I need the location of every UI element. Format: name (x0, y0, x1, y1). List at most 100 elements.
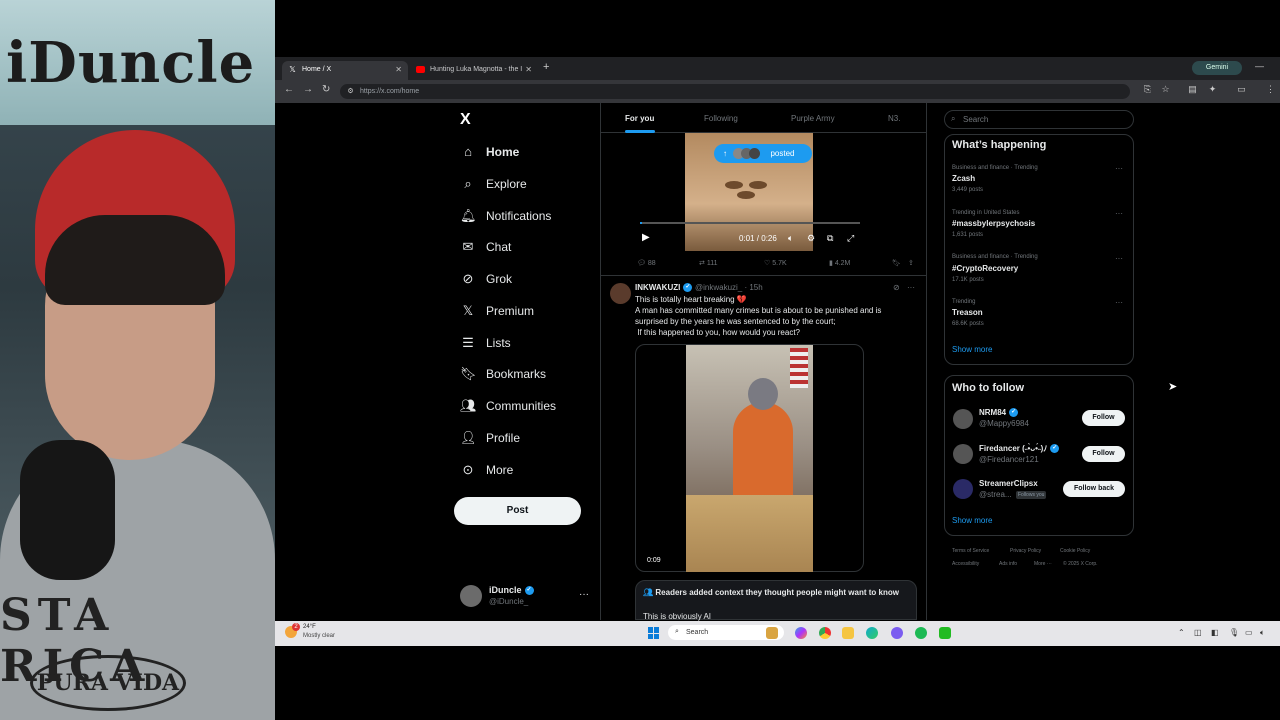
edge-icon[interactable] (866, 627, 878, 639)
address-bar[interactable]: https://x.com/home (340, 84, 1130, 99)
trend-name[interactable]: #CryptoRecovery (952, 264, 1018, 273)
sidebar-item-notifications[interactable]: 🔔︎ Notifications (460, 203, 551, 229)
forward-icon[interactable]: → (303, 84, 313, 95)
reply-button[interactable]: 💬︎ 88 (637, 259, 656, 267)
browser-tab-youtube[interactable]: Hunting Luka Magnotta - the I ✕ (410, 61, 538, 80)
suggestion-name[interactable]: StreamerClipsx (979, 479, 1038, 488)
bookmark-icon[interactable]: 🔖︎ (892, 259, 901, 267)
tweet-author-name[interactable]: INKWAKUZI ✓ (635, 283, 693, 293)
browser-tab-home[interactable]: 𝕏 Home / X ✕ (282, 61, 408, 80)
minimize-icon[interactable]: — (1255, 61, 1264, 71)
more-icon[interactable]: ··· (1115, 254, 1123, 263)
sidebar-item-home[interactable]: ⌂ Home (460, 139, 519, 165)
more-icon[interactable]: ··· (1115, 298, 1123, 307)
follow-button[interactable]: Follow (1082, 446, 1125, 462)
network-icon[interactable]: ▭ (1245, 628, 1253, 637)
list-icon: ☰ (462, 335, 474, 350)
community-note-title: 👥︎ Readers added context they thought pe… (643, 588, 899, 597)
sidebar-item-more[interactable]: ⊙ More (460, 457, 514, 483)
tab-following[interactable]: Following (704, 114, 738, 123)
new-tab-button[interactable]: + (543, 61, 549, 73)
fullscreen-icon[interactable]: ⤢ (847, 233, 854, 244)
x-logo[interactable]: X (460, 111, 471, 129)
file-explorer-icon[interactable] (842, 627, 854, 639)
widget-icon[interactable] (766, 627, 778, 639)
pip-icon[interactable]: ⧉ (827, 233, 833, 244)
avatar[interactable] (953, 409, 973, 429)
tab-for-you[interactable]: For you (625, 114, 654, 123)
site-info-icon[interactable]: ⚙ (346, 87, 355, 96)
more-icon[interactable]: ··· (1115, 164, 1123, 173)
sidebar-item-chat[interactable]: ✉ Chat (460, 234, 512, 260)
share-icon[interactable]: ⇪ (908, 259, 914, 267)
sidebar-icon[interactable]: ▭ (1237, 85, 1246, 94)
account-name[interactable]: iDuncle ✓ (489, 585, 534, 596)
like-button[interactable]: ♡ 5.7K (764, 259, 787, 267)
footer-link-ads[interactable]: Ads info (999, 561, 1017, 567)
post-button[interactable]: Post (454, 497, 581, 525)
sidebar-item-grok[interactable]: ⊘ Grok (460, 266, 512, 292)
play-icon[interactable]: ▶ (642, 232, 650, 243)
show-more-link[interactable]: Show more (952, 516, 992, 525)
follow-back-button[interactable]: Follow back (1063, 481, 1125, 497)
repost-button[interactable]: ⇄ 111 (699, 259, 717, 267)
sidebar-item-bookmarks[interactable]: 🔖︎ Bookmarks (460, 361, 546, 387)
install-icon[interactable]: ⎘ (1143, 85, 1152, 94)
back-icon[interactable]: ← (284, 84, 294, 95)
trend-name[interactable]: Treason (952, 308, 983, 317)
menu-icon[interactable]: ⋮ (1266, 85, 1275, 94)
app-icon[interactable] (939, 627, 951, 639)
views-button[interactable]: ▮ 4.2M (829, 259, 850, 267)
weather-temperature[interactable]: 24°F (303, 624, 316, 630)
footer-link-terms[interactable]: Terms of Service (952, 548, 989, 554)
footer-link-privacy[interactable]: Privacy Policy (1010, 548, 1041, 554)
video-progress-bar[interactable] (640, 222, 860, 224)
tray-app-icon[interactable]: ◧ (1211, 628, 1219, 637)
tab-n3[interactable]: N3. (888, 114, 900, 123)
sidebar-item-communities[interactable]: 👥︎ Communities (460, 393, 556, 419)
windows-start-icon[interactable] (648, 627, 660, 639)
puzzle-icon[interactable]: ✦ (1208, 85, 1217, 94)
footer-link-accessibility[interactable]: Accessibility (952, 561, 979, 567)
sidebar-item-explore[interactable]: ⌕ Explore (460, 171, 526, 197)
trend-name[interactable]: Zcash (952, 174, 975, 183)
discord-icon[interactable] (891, 627, 903, 639)
chrome-icon[interactable] (819, 627, 831, 639)
microphone-icon[interactable]: 🎙︎ (1229, 628, 1239, 637)
settings-icon[interactable]: ⚙ (807, 233, 815, 244)
sidebar-item-premium[interactable]: 𝕏 Premium (460, 298, 534, 324)
volume-icon[interactable]: 🔈︎ (788, 233, 793, 244)
volume-icon[interactable]: 🔈︎ (1260, 628, 1265, 638)
suggestion-name[interactable]: NRM84 ✓ (979, 408, 1019, 418)
star-icon[interactable]: ☆ (1161, 85, 1170, 94)
avatar[interactable] (610, 283, 631, 304)
show-more-link[interactable]: Show more (952, 345, 992, 354)
chevron-up-icon[interactable]: ⌃ (1178, 628, 1185, 637)
avatar[interactable] (953, 444, 973, 464)
close-icon[interactable]: ✕ (395, 61, 402, 78)
more-icon[interactable]: ··· (1115, 209, 1123, 218)
footer-link-cookie[interactable]: Cookie Policy (1060, 548, 1090, 554)
tab-purple-army[interactable]: Purple Army (791, 114, 835, 123)
tray-app-icon[interactable]: ◫ (1194, 628, 1202, 637)
avatar[interactable] (953, 479, 973, 499)
sidebar-item-lists[interactable]: ☰ Lists (460, 330, 511, 356)
suggestion-name[interactable]: Firedancer (˵•̀ᴗ•́˵)ﾉ ✓ (979, 443, 1060, 454)
reload-icon[interactable]: ↻ (322, 84, 330, 95)
more-icon[interactable]: ··· (907, 283, 915, 292)
footer-link-more[interactable]: More ··· (1034, 561, 1052, 567)
trend-name[interactable]: #massbylerpsychosis (952, 219, 1035, 228)
close-icon[interactable]: ✕ (525, 61, 532, 78)
grok-icon[interactable]: ⊘ (893, 283, 900, 292)
extension-icon[interactable]: ▤ (1188, 85, 1197, 94)
spotify-icon[interactable] (915, 627, 927, 639)
copilot-icon[interactable] (795, 627, 807, 639)
avatar[interactable] (460, 585, 482, 607)
tweet-author-handle[interactable]: @inkwakuzi_ · 15h (695, 283, 763, 292)
search-input[interactable]: Search (944, 110, 1134, 129)
follow-button[interactable]: Follow (1082, 410, 1125, 426)
new-posts-pill[interactable]: ↑ posted (714, 144, 812, 163)
account-more-icon[interactable]: ··· (579, 589, 589, 600)
sidebar-item-profile[interactable]: 👤︎ Profile (460, 425, 520, 451)
gemini-button[interactable]: Gemini (1192, 61, 1242, 75)
